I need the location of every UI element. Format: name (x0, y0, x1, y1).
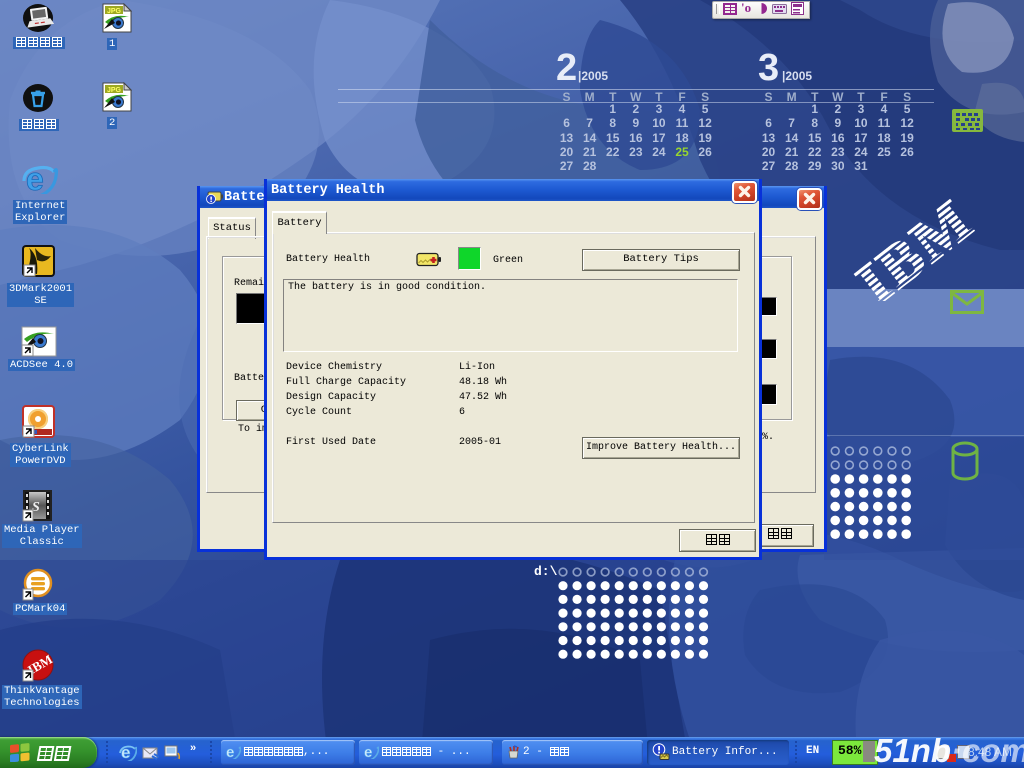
svg-text:IBM: IBM (845, 186, 986, 301)
svg-text:e: e (364, 744, 372, 759)
svg-text:JPG: JPG (107, 8, 122, 15)
svg-text:JPG: JPG (107, 87, 122, 94)
svg-text:e: e (226, 744, 234, 759)
